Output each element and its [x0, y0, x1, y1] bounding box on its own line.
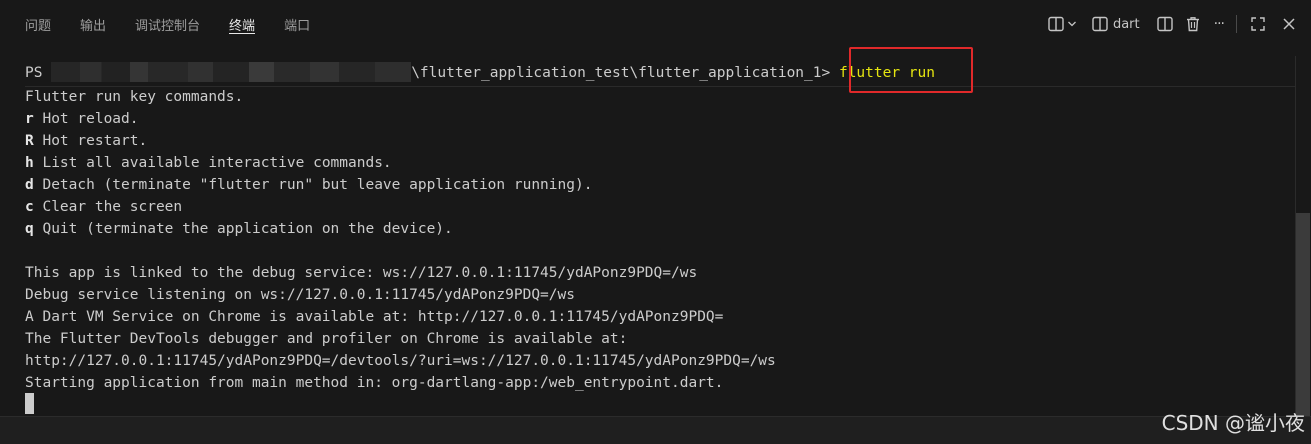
- tab-debug-console[interactable]: 调试控制台: [135, 0, 200, 34]
- terminal-panel: 问题 输出 调试控制台 终端 端口 dart ··· PS \flutter_a…: [0, 0, 1311, 444]
- terminal-profile-button[interactable]: dart: [1091, 13, 1140, 35]
- split-terminal-button[interactable]: [1156, 13, 1174, 35]
- maximize-panel-button[interactable]: [1249, 13, 1267, 35]
- prompt-path: \flutter_application_test\flutter_applic…: [411, 65, 839, 81]
- panel-actions: dart ···: [1037, 12, 1297, 36]
- bottom-strip: [0, 416, 1311, 444]
- trash-icon: [1184, 15, 1202, 33]
- key-letter: q: [25, 221, 34, 237]
- output-line: A Dart VM Service on Chrome is available…: [25, 309, 724, 325]
- terminal-cursor: [25, 393, 34, 414]
- chevron-down-icon: [1067, 19, 1077, 29]
- terminal-profile-label: dart: [1112, 16, 1140, 32]
- terminal-scrollbar-thumb[interactable]: [1296, 213, 1310, 416]
- prompt-line: PS \flutter_application_test\flutter_app…: [25, 56, 1295, 86]
- terminal-profile-icon: [1091, 15, 1109, 33]
- key-command-line: h List all available interactive command…: [25, 152, 1295, 174]
- tab-output[interactable]: 输出: [80, 0, 106, 34]
- tab-problems[interactable]: 问题: [25, 0, 51, 34]
- new-terminal-dropdown-button[interactable]: [1047, 13, 1077, 35]
- key-description: Hot restart.: [33, 133, 148, 149]
- more-actions-button[interactable]: ···: [1213, 13, 1225, 35]
- key-description: Clear the screen: [33, 199, 183, 215]
- key-description: List all available interactive commands.: [33, 155, 392, 171]
- output-line: http://127.0.0.1:11745/ydAPonz9PDQ=/devt…: [25, 353, 776, 369]
- key-command-line: c Clear the screen: [25, 196, 1295, 218]
- key-letter: h: [25, 155, 34, 171]
- tab-terminal[interactable]: 终端: [229, 0, 256, 34]
- key-command-line: q Quit (terminate the application on the…: [25, 218, 1295, 240]
- key-description: Quit (terminate the application on the d…: [33, 221, 453, 237]
- output-line: The Flutter DevTools debugger and profil…: [25, 331, 628, 347]
- kill-terminal-button[interactable]: [1184, 13, 1202, 35]
- prompt-underline: [25, 86, 1295, 87]
- prompt-prefix: PS: [25, 65, 52, 81]
- redacted-path-block: [51, 61, 412, 82]
- key-letter: d: [25, 177, 34, 193]
- key-letter: c: [25, 199, 34, 215]
- ellipsis-icon: ···: [1213, 16, 1225, 32]
- key-description: Detach (terminate "flutter run" but leav…: [33, 177, 593, 193]
- key-description: Hot reload.: [33, 111, 139, 127]
- split-terminal-icon: [1156, 15, 1174, 33]
- close-panel-button[interactable]: [1281, 13, 1297, 35]
- output-line: This app is linked to the debug service:…: [25, 265, 698, 281]
- key-letter: R: [25, 133, 34, 149]
- panel-tabs: 问题 输出 调试控制台 终端 端口: [25, 0, 339, 46]
- actions-divider: [1236, 15, 1237, 33]
- maximize-icon: [1249, 15, 1267, 33]
- command-highlight-box: [849, 47, 973, 93]
- terminal-output[interactable]: PS \flutter_application_test\flutter_app…: [0, 56, 1295, 418]
- watermark-text: CSDN @谧小夜: [1161, 411, 1305, 435]
- tab-ports[interactable]: 端口: [284, 0, 310, 34]
- panel-tab-bar: 问题 输出 调试控制台 终端 端口 dart ···: [0, 0, 1311, 46]
- key-letter: r: [25, 111, 34, 127]
- output-line: Debug service listening on ws://127.0.0.…: [25, 287, 575, 303]
- key-commands-header: Flutter run key commands.: [25, 89, 244, 105]
- key-command-line: R Hot restart.: [25, 130, 1295, 152]
- split-layout-icon: [1047, 15, 1065, 33]
- output-line: Starting application from main method in…: [25, 375, 724, 391]
- key-command-line: d Detach (terminate "flutter run" but le…: [25, 174, 1295, 196]
- close-icon: [1281, 16, 1297, 32]
- key-command-line: r Hot reload.: [25, 108, 1295, 130]
